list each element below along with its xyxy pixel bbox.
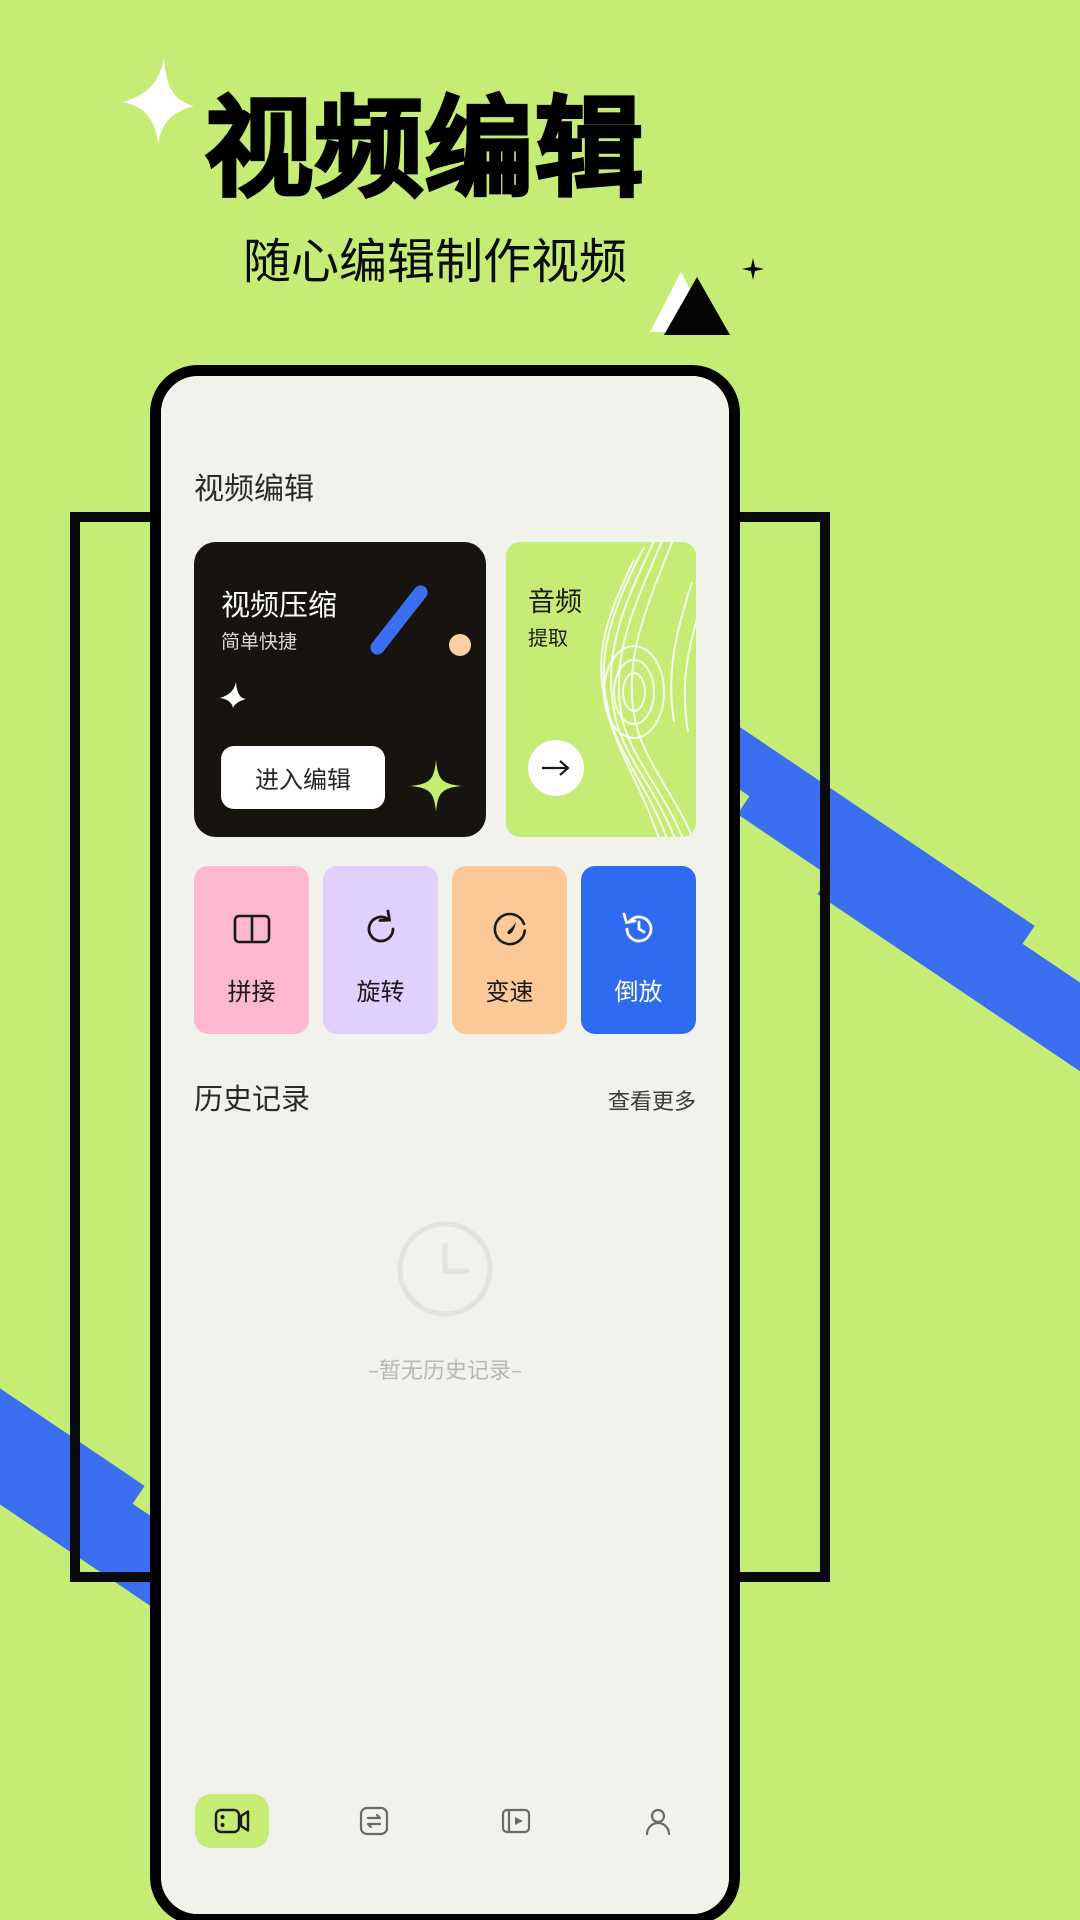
transfer-icon bbox=[359, 1806, 389, 1836]
nav-item-media[interactable] bbox=[445, 1794, 587, 1848]
enter-editor-button[interactable]: 进入编辑 bbox=[221, 746, 385, 809]
phone-mockup: 视频编辑 视频压缩 简单快捷 进入编辑 音频 提取 拼接 旋转 变速 倒放 历史… bbox=[150, 365, 740, 1920]
triangle-black-icon bbox=[664, 277, 730, 335]
four-point-diamond-icon bbox=[410, 760, 462, 812]
tool-tile-rotate[interactable]: 旋转 bbox=[323, 866, 438, 1034]
history-empty-text: –暂无历史记录– bbox=[367, 1359, 522, 1384]
tools-row: 拼接 旋转 变速 倒放 bbox=[194, 866, 696, 1034]
audio-extract-subtitle: 提取 bbox=[528, 626, 568, 650]
hero-section: 视频编辑 随心编辑制作视频 bbox=[0, 0, 1080, 360]
history-title: 历史记录 bbox=[194, 1082, 311, 1116]
nav-pill bbox=[621, 1794, 695, 1848]
audio-extract-card[interactable]: 音频 提取 bbox=[506, 542, 696, 837]
tool-label: 旋转 bbox=[356, 978, 405, 1006]
app-stage: 视频编辑 随心编辑制作视频 视频编辑 视频压缩 简单快捷 进入编辑 音频 提取 … bbox=[0, 0, 1080, 1920]
rotate-icon bbox=[367, 909, 394, 943]
tool-tile-speed[interactable]: 变速 bbox=[452, 866, 567, 1034]
nav-pill bbox=[479, 1794, 553, 1848]
page-subtitle: 随心编辑制作视频 bbox=[243, 234, 628, 290]
person-icon bbox=[645, 1808, 671, 1836]
nav-pill bbox=[337, 1794, 411, 1848]
dot-icon bbox=[449, 634, 471, 656]
audio-extract-title: 音频 bbox=[528, 587, 582, 618]
video-compress-title: 视频压缩 bbox=[221, 588, 338, 622]
tool-label: 倒放 bbox=[614, 978, 663, 1006]
tool-label: 拼接 bbox=[227, 978, 276, 1006]
video-compress-card[interactable]: 视频压缩 简单快捷 进入编辑 bbox=[194, 542, 486, 837]
media-play-icon bbox=[501, 1808, 531, 1834]
tool-tile-splice[interactable]: 拼接 bbox=[194, 866, 309, 1034]
nav-pill bbox=[195, 1794, 269, 1848]
clock-icon bbox=[397, 1221, 493, 1317]
video-compress-subtitle: 简单快捷 bbox=[221, 631, 298, 653]
nav-item-editor[interactable] bbox=[161, 1794, 303, 1848]
spark-dot-icon bbox=[742, 258, 764, 280]
featured-cards-row: 视频压缩 简单快捷 进入编辑 音频 提取 bbox=[194, 542, 696, 837]
arrow-right-icon[interactable] bbox=[528, 740, 584, 796]
view-more-link[interactable]: 查看更多 bbox=[608, 1084, 696, 1116]
stripe-3 bbox=[817, 851, 1080, 1129]
four-point-star-icon bbox=[220, 682, 246, 708]
tool-label: 变速 bbox=[485, 978, 534, 1006]
history-header: 历史记录 查看更多 bbox=[194, 1076, 696, 1116]
page-title: 视频编辑 bbox=[203, 87, 646, 212]
bottom-nav bbox=[161, 1776, 729, 1914]
diagonal-stroke-icon bbox=[367, 582, 431, 658]
four-point-star-icon bbox=[122, 58, 194, 144]
history-reverse-icon bbox=[622, 912, 652, 943]
nav-item-profile[interactable] bbox=[587, 1794, 729, 1848]
speed-gauge-icon bbox=[493, 912, 526, 946]
video-editor-icon bbox=[214, 1808, 250, 1834]
phone-screen: 视频编辑 视频压缩 简单快捷 进入编辑 音频 提取 拼接 旋转 变速 倒放 历史… bbox=[161, 376, 729, 1914]
nav-item-transfer[interactable] bbox=[303, 1794, 445, 1848]
split-columns-icon bbox=[233, 914, 270, 944]
screen-title: 视频编辑 bbox=[194, 472, 314, 507]
history-empty-state: –暂无历史记录– bbox=[161, 1221, 729, 1385]
tool-tile-reverse[interactable]: 倒放 bbox=[581, 866, 696, 1034]
